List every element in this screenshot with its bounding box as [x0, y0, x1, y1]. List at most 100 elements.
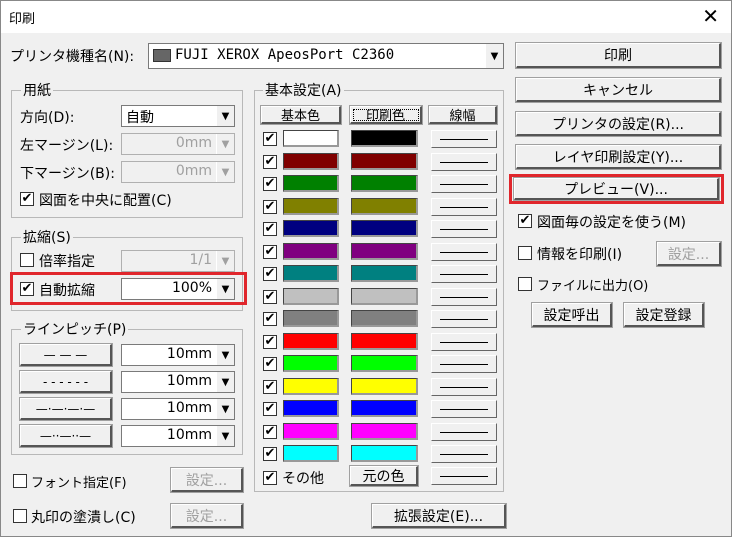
- line-width-button[interactable]: [431, 175, 497, 193]
- ratio-field[interactable]: 1/1 ▼: [121, 250, 235, 272]
- print-color-header[interactable]: 印刷色: [350, 106, 422, 124]
- printer-icon: [153, 49, 171, 62]
- left-margin-label: 左マージン(L):: [20, 138, 114, 154]
- color-row-checkbox[interactable]: ✔: [263, 402, 277, 416]
- cancel-button[interactable]: キャンセル: [516, 78, 721, 102]
- print-color-button[interactable]: [351, 287, 418, 305]
- line-width-button[interactable]: [431, 422, 497, 441]
- chevron-down-icon[interactable]: ▼: [216, 279, 234, 299]
- line-pitch-pattern-button[interactable]: - - - - - -: [20, 371, 112, 393]
- line-width-button[interactable]: [431, 310, 497, 328]
- print-color-button[interactable]: [351, 220, 418, 237]
- other-checkbox[interactable]: ✔: [263, 471, 277, 485]
- color-row-checkbox[interactable]: ✔: [263, 334, 277, 349]
- print-color-button[interactable]: [351, 175, 418, 192]
- print-color-button[interactable]: [351, 332, 418, 350]
- line-pitch-select[interactable]: 10mm ▼: [121, 425, 235, 447]
- other-line-width-button[interactable]: [431, 467, 497, 485]
- line-pitch-pattern-button[interactable]: —·—·—·—: [20, 398, 112, 420]
- per-drawing-checkbox[interactable]: ✔: [518, 214, 532, 228]
- line-width-button[interactable]: [431, 220, 497, 238]
- color-row-checkbox[interactable]: ✔: [263, 379, 277, 394]
- printer-select[interactable]: FUJI XEROX ApeosPort C2360 ▼: [148, 43, 504, 69]
- color-row-checkbox[interactable]: ✔: [263, 132, 277, 146]
- color-row-checkbox[interactable]: ✔: [263, 312, 277, 326]
- layer-print-settings-button[interactable]: レイヤ印刷設定(Y)...: [516, 145, 721, 169]
- print-color-button[interactable]: [351, 242, 418, 260]
- print-color-button[interactable]: [351, 152, 418, 170]
- print-color-button[interactable]: [351, 355, 418, 372]
- info-settings-button[interactable]: 設定...: [657, 242, 721, 266]
- color-row-checkbox[interactable]: ✔: [263, 267, 277, 281]
- center-label: 図面を中央に配置(C): [39, 193, 172, 209]
- chevron-down-icon[interactable]: ▼: [216, 372, 234, 392]
- color-row-checkbox[interactable]: ✔: [263, 424, 277, 439]
- chevron-down-icon[interactable]: ▼: [216, 106, 234, 126]
- center-checkbox[interactable]: ✔: [20, 192, 34, 206]
- ratio-value: 1/1: [189, 252, 212, 268]
- color-row-checkbox[interactable]: ✔: [263, 222, 277, 236]
- print-color-button[interactable]: [351, 130, 418, 147]
- line-width-button[interactable]: [431, 445, 497, 463]
- chevron-down-icon[interactable]: ▼: [216, 399, 234, 419]
- line-width-header[interactable]: 線幅: [429, 106, 497, 124]
- color-row-checkbox[interactable]: ✔: [263, 289, 277, 304]
- print-color-button[interactable]: [351, 265, 418, 282]
- print-color-button[interactable]: [351, 445, 418, 462]
- line-width-button[interactable]: [431, 265, 497, 283]
- line-width-button[interactable]: [431, 332, 497, 351]
- color-row-checkbox[interactable]: ✔: [263, 357, 277, 371]
- line-width-button[interactable]: [431, 197, 497, 216]
- per-drawing-label: 図面毎の設定を使う(M): [537, 215, 687, 231]
- color-row-checkbox[interactable]: ✔: [263, 244, 277, 259]
- title-bar: 印刷 ✕: [1, 1, 731, 33]
- line-width-button[interactable]: [431, 242, 497, 261]
- line-width-button[interactable]: [431, 152, 497, 171]
- chevron-down-icon[interactable]: ▼: [216, 426, 234, 446]
- fill-circle-checkbox[interactable]: [13, 509, 27, 523]
- original-color-button[interactable]: 元の色: [350, 466, 418, 486]
- auto-scale-checkbox[interactable]: ✔: [20, 282, 34, 296]
- base-color-header[interactable]: 基本色: [261, 106, 341, 124]
- line-pitch-select[interactable]: 10mm ▼: [121, 371, 235, 393]
- line-pitch-select[interactable]: 10mm ▼: [121, 398, 235, 420]
- print-color-button[interactable]: [351, 377, 418, 395]
- line-pitch-value: 10mm: [166, 373, 212, 389]
- info-print-checkbox[interactable]: [518, 246, 532, 260]
- bottom-margin-field[interactable]: 0mm ▼: [121, 161, 235, 183]
- line-width-button[interactable]: [431, 400, 497, 418]
- preview-button[interactable]: プレビュー(V)...: [514, 178, 719, 200]
- left-margin-field[interactable]: 0mm ▼: [121, 133, 235, 155]
- print-color-button[interactable]: [351, 422, 418, 440]
- fill-circle-settings-button[interactable]: 設定...: [171, 504, 243, 528]
- font-spec-checkbox[interactable]: [13, 474, 27, 488]
- recall-settings-button[interactable]: 設定呼出: [532, 303, 612, 327]
- line-pitch-select[interactable]: 10mm ▼: [121, 344, 235, 366]
- print-color-button[interactable]: [351, 400, 418, 417]
- register-settings-button[interactable]: 設定登録: [624, 303, 704, 327]
- orientation-select[interactable]: 自動 ▼: [121, 105, 235, 127]
- chevron-down-icon: ▼: [216, 134, 234, 154]
- color-row-checkbox[interactable]: ✔: [263, 199, 277, 214]
- line-pitch-pattern-button[interactable]: — — —: [20, 344, 112, 366]
- file-output-checkbox[interactable]: [518, 277, 532, 291]
- print-button[interactable]: 印刷: [516, 43, 721, 68]
- color-row-checkbox[interactable]: ✔: [263, 177, 277, 191]
- line-width-button[interactable]: [431, 377, 497, 396]
- close-icon[interactable]: ✕: [702, 4, 719, 28]
- auto-scale-select[interactable]: 100% ▼: [121, 278, 235, 300]
- line-width-button[interactable]: [431, 287, 497, 306]
- color-row-checkbox[interactable]: ✔: [263, 154, 277, 169]
- color-row-checkbox[interactable]: ✔: [263, 447, 277, 461]
- print-color-button[interactable]: [351, 197, 418, 215]
- printer-settings-button[interactable]: プリンタの設定(R)...: [516, 112, 721, 136]
- line-pitch-pattern-button[interactable]: —··—··—: [20, 425, 112, 447]
- line-width-button[interactable]: [431, 130, 497, 148]
- font-spec-settings-button[interactable]: 設定...: [171, 468, 243, 492]
- ratio-checkbox[interactable]: [20, 253, 34, 267]
- print-color-button[interactable]: [351, 310, 418, 327]
- chevron-down-icon[interactable]: ▼: [485, 44, 503, 68]
- chevron-down-icon[interactable]: ▼: [216, 345, 234, 365]
- line-width-button[interactable]: [431, 355, 497, 373]
- extended-settings-button[interactable]: 拡張設定(E)...: [372, 504, 506, 528]
